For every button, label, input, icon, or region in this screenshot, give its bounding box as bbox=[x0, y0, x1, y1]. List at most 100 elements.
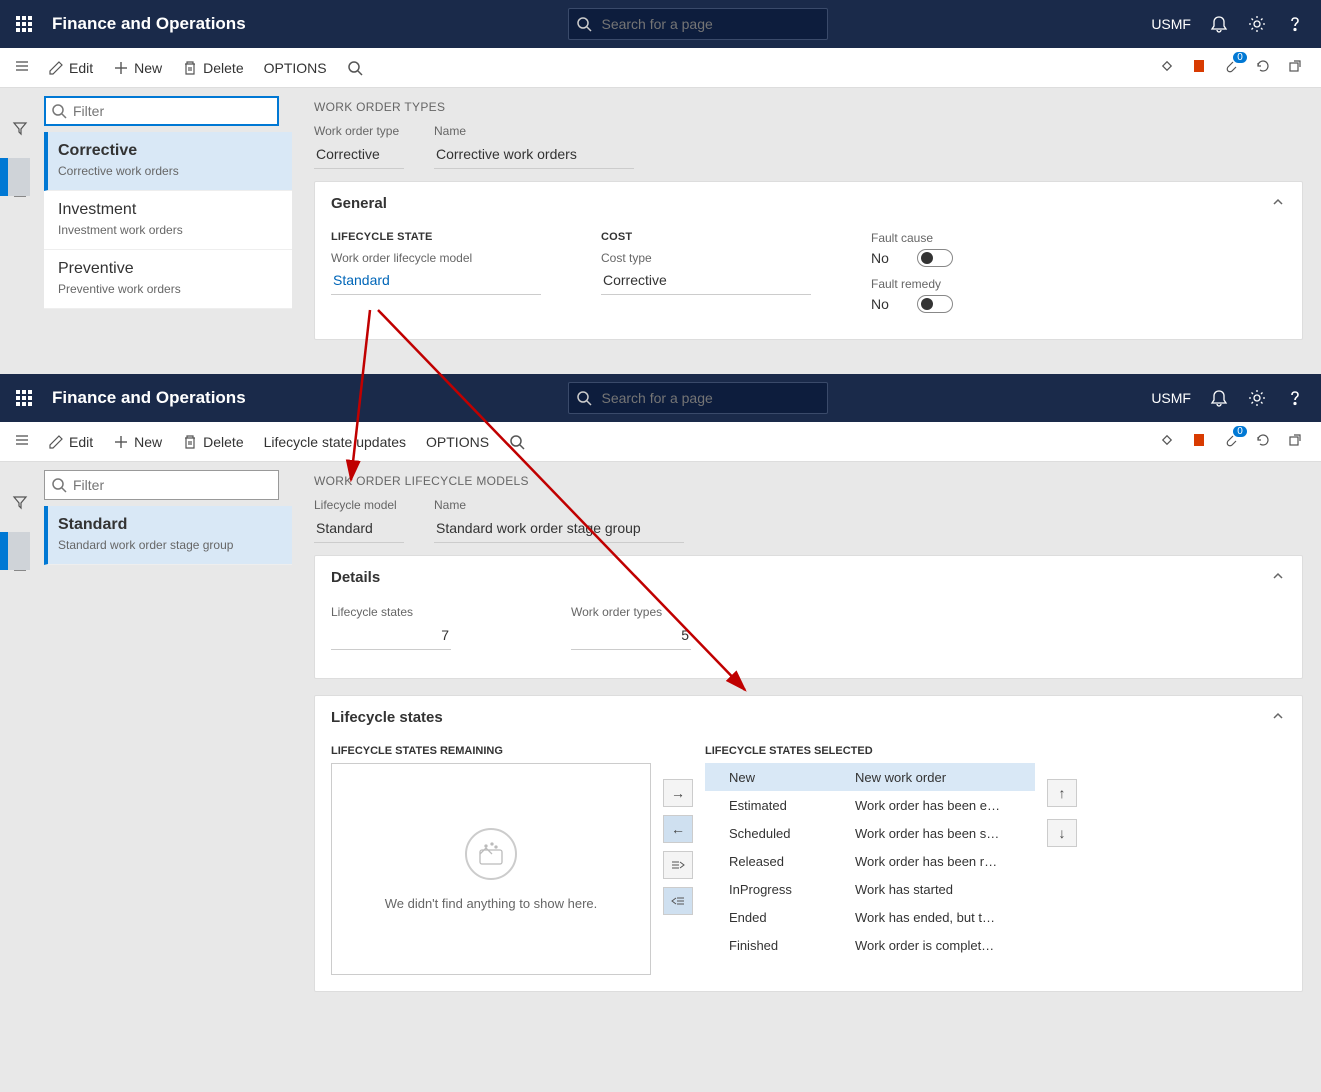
types-value: 5 bbox=[571, 625, 691, 650]
lifecycle-state-row[interactable]: InProgressWork has started bbox=[705, 875, 1035, 903]
sidebar-item[interactable]: StandardStandard work order stage group bbox=[44, 506, 292, 565]
state-desc: Work order has been e… bbox=[855, 798, 1035, 813]
options-button[interactable]: OPTIONS bbox=[254, 48, 337, 88]
gear-icon[interactable] bbox=[1247, 388, 1267, 408]
waffle-icon[interactable] bbox=[8, 8, 40, 40]
app-title: Finance and Operations bbox=[52, 14, 246, 34]
popout-icon[interactable] bbox=[1287, 58, 1303, 77]
lifecycle-state-row[interactable]: EndedWork has ended, but t… bbox=[705, 903, 1035, 931]
move-left-button[interactable]: ← bbox=[663, 815, 693, 843]
hdr-value-name[interactable]: Standard work order stage group bbox=[434, 518, 684, 543]
move-down-button[interactable]: ↓ bbox=[1047, 819, 1077, 847]
delete-button[interactable]: Delete bbox=[172, 48, 253, 88]
edit-button[interactable]: Edit bbox=[38, 48, 103, 88]
refresh-icon[interactable] bbox=[1255, 432, 1271, 451]
lifecycle-state-row[interactable]: ScheduledWork order has been s… bbox=[705, 819, 1035, 847]
hdr-value-type[interactable]: Corrective bbox=[314, 144, 404, 169]
hdr-label-name: Name bbox=[434, 498, 684, 512]
sidebar-item-title: Investment bbox=[58, 201, 278, 219]
waffle-icon[interactable] bbox=[8, 382, 40, 414]
sidebar-item[interactable]: PreventivePreventive work orders bbox=[44, 250, 292, 309]
rail-marker bbox=[0, 158, 8, 196]
fault-cause-toggle[interactable] bbox=[917, 249, 953, 267]
general-title: General bbox=[331, 195, 387, 212]
details-header[interactable]: Details bbox=[315, 556, 1302, 599]
lifecycle-label: Work order lifecycle model bbox=[331, 251, 541, 265]
nav-rail-toggle[interactable] bbox=[6, 432, 38, 451]
sidebar-item[interactable]: CorrectiveCorrective work orders bbox=[44, 132, 292, 191]
office-icon[interactable] bbox=[1191, 432, 1207, 451]
diamond-icon[interactable] bbox=[1159, 432, 1175, 451]
refresh-icon[interactable] bbox=[1255, 58, 1271, 77]
filter-action-icon[interactable] bbox=[337, 48, 373, 88]
attachments-icon[interactable]: 0 bbox=[1223, 432, 1239, 451]
funnel-icon[interactable] bbox=[0, 486, 40, 518]
company-code[interactable]: USMF bbox=[1151, 16, 1191, 32]
new-button[interactable]: New bbox=[103, 422, 172, 462]
state-code: Finished bbox=[705, 938, 855, 953]
lifecycle-updates-button[interactable]: Lifecycle state updates bbox=[254, 422, 416, 462]
diamond-icon[interactable] bbox=[1159, 58, 1175, 77]
state-code: New bbox=[705, 770, 855, 785]
empty-text: We didn't find anything to show here. bbox=[385, 896, 598, 911]
lifecycle-states-title: Lifecycle states bbox=[331, 709, 443, 726]
details-title: Details bbox=[331, 569, 380, 586]
lifecycle-state-row[interactable]: NewNew work order bbox=[705, 763, 1035, 791]
state-code: Released bbox=[705, 854, 855, 869]
edit-button[interactable]: Edit bbox=[38, 422, 103, 462]
filter-input[interactable] bbox=[44, 470, 279, 500]
sidebar-item-sub: Investment work orders bbox=[58, 223, 278, 237]
office-icon[interactable] bbox=[1191, 58, 1207, 77]
lifecycle-state-row[interactable]: EstimatedWork order has been e… bbox=[705, 791, 1035, 819]
search-input[interactable] bbox=[568, 8, 828, 40]
state-desc: Work has started bbox=[855, 882, 1035, 897]
search-input[interactable] bbox=[568, 382, 828, 414]
hdr-value-model[interactable]: Standard bbox=[314, 518, 404, 543]
bell-icon[interactable] bbox=[1209, 388, 1229, 408]
lifecycle-states-card: Lifecycle states LIFECYCLE STATES REMAIN… bbox=[314, 695, 1303, 992]
cost-value[interactable]: Corrective bbox=[601, 269, 811, 295]
action-bar: Edit New Delete Lifecycle state updates … bbox=[0, 422, 1321, 462]
sidebar-item-title: Standard bbox=[58, 516, 278, 534]
delete-button[interactable]: Delete bbox=[172, 422, 253, 462]
sidebar-item-title: Corrective bbox=[58, 142, 278, 160]
options-button[interactable]: OPTIONS bbox=[416, 422, 499, 462]
search-icon bbox=[51, 477, 67, 496]
move-up-button[interactable]: ↑ bbox=[1047, 779, 1077, 807]
lifecycle-states-header[interactable]: Lifecycle states bbox=[315, 696, 1302, 739]
hdr-value-name[interactable]: Corrective work orders bbox=[434, 144, 634, 169]
attachments-icon[interactable]: 0 bbox=[1223, 58, 1239, 77]
general-header[interactable]: General bbox=[315, 182, 1302, 225]
company-code[interactable]: USMF bbox=[1151, 390, 1191, 406]
move-all-right-button[interactable] bbox=[663, 851, 693, 879]
help-icon[interactable] bbox=[1285, 388, 1305, 408]
filter-input[interactable] bbox=[44, 96, 279, 126]
state-desc: Work has ended, but t… bbox=[855, 910, 1035, 925]
search-icon bbox=[576, 390, 592, 409]
nav-rail-toggle[interactable] bbox=[6, 58, 38, 77]
funnel-icon[interactable] bbox=[0, 112, 40, 144]
help-icon[interactable] bbox=[1285, 14, 1305, 34]
fault-remedy-toggle[interactable] bbox=[917, 295, 953, 313]
sidebar-item[interactable]: Investment Investment work orders bbox=[44, 191, 292, 250]
types-label: Work order types bbox=[571, 605, 691, 619]
chevron-up-icon bbox=[1270, 708, 1286, 727]
lifecycle-state-row[interactable]: ReleasedWork order has been r… bbox=[705, 847, 1035, 875]
general-card: General LIFECYCLE STATE Work order lifec… bbox=[314, 181, 1303, 340]
left-icon-rail bbox=[0, 88, 40, 374]
top-navbar: Finance and Operations USMF bbox=[0, 0, 1321, 48]
filter-action-icon[interactable] bbox=[499, 422, 535, 462]
popout-icon[interactable] bbox=[1287, 432, 1303, 451]
rail-marker bbox=[0, 532, 8, 570]
gear-icon[interactable] bbox=[1247, 14, 1267, 34]
global-search[interactable] bbox=[568, 382, 828, 414]
global-search[interactable] bbox=[568, 8, 828, 40]
move-all-left-button[interactable] bbox=[663, 887, 693, 915]
lifecycle-value[interactable]: Standard bbox=[331, 269, 541, 295]
states-label: Lifecycle states bbox=[331, 605, 451, 619]
lifecycle-state-row[interactable]: FinishedWork order is complet… bbox=[705, 931, 1035, 959]
bell-icon[interactable] bbox=[1209, 14, 1229, 34]
move-right-button[interactable]: → bbox=[663, 779, 693, 807]
cost-heading: COST bbox=[601, 231, 811, 243]
new-button[interactable]: New bbox=[103, 48, 172, 88]
